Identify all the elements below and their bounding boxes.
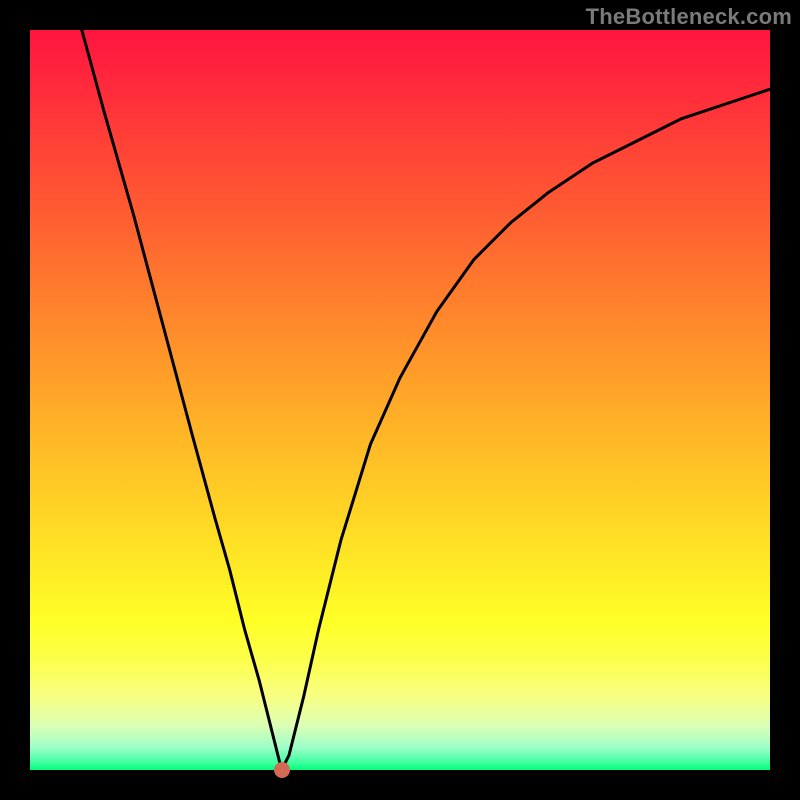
plot-area bbox=[30, 30, 770, 770]
chart-frame: TheBottleneck.com bbox=[0, 0, 800, 800]
minimum-marker bbox=[274, 762, 290, 778]
bottleneck-curve bbox=[30, 30, 770, 770]
watermark-text: TheBottleneck.com bbox=[586, 4, 792, 30]
